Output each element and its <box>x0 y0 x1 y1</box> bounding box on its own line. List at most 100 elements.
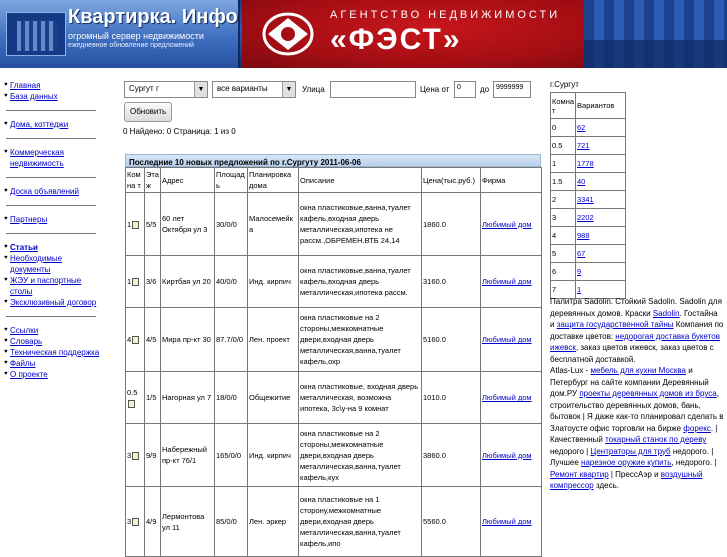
site-logo[interactable]: Квартирка. Инфо огромный сервер недвижим… <box>0 0 240 68</box>
address-value: Мира пр-кт 30 <box>160 307 215 372</box>
count-link[interactable]: 1778 <box>577 159 594 168</box>
rooms-value: 0.5 <box>549 136 577 155</box>
document-icon[interactable] <box>132 278 140 287</box>
count-link[interactable]: 62 <box>577 123 585 132</box>
table-row: 2 3341 <box>549 190 626 209</box>
price-value: 3860.0 <box>421 423 481 487</box>
col-rooms: Комна т <box>125 167 145 193</box>
divider <box>6 177 96 178</box>
firm-link[interactable]: Любимый дом <box>482 277 532 286</box>
nav-about[interactable]: О проекте <box>10 369 48 380</box>
document-icon[interactable] <box>132 518 140 527</box>
nav-exclusive-contract[interactable]: Эксклюзивный договор <box>10 297 96 308</box>
search-summary: 0 Найдено: 0 Страница: 1 из 0 <box>123 127 236 136</box>
refresh-button[interactable]: Обновить <box>124 102 173 122</box>
address-value: Нагорная ул 7 <box>160 371 215 424</box>
nav-board[interactable]: Доска объявлений <box>10 186 79 197</box>
nav-home[interactable]: Главная <box>10 80 40 91</box>
ad-link[interactable]: защита государственной тайны <box>557 320 674 329</box>
header-banner: Квартирка. Инфо огромный сервер недвижим… <box>0 0 727 68</box>
divider <box>6 138 96 139</box>
rooms-value: 5 <box>549 244 577 263</box>
address-value: Лермонтова ул 11 <box>160 486 215 557</box>
col-plan: Планировка дома <box>247 167 299 193</box>
firm-link[interactable]: Любимый дом <box>482 451 532 460</box>
col-firm: Фирма <box>480 167 542 193</box>
street-label: Улица <box>302 85 325 94</box>
firm-link[interactable]: Любимый дом <box>482 335 532 344</box>
table-row: 0 62 <box>549 118 626 137</box>
city-select[interactable]: Сургут г ▼ <box>124 81 208 98</box>
ad-link[interactable]: Sadolin <box>653 309 680 318</box>
listing-table: Последние 10 новых предложений по г.Сург… <box>125 154 542 557</box>
price-value: 5160.0 <box>421 307 481 372</box>
nav-articles[interactable]: Статьи <box>10 242 38 253</box>
ad-link[interactable]: форекс <box>683 424 711 433</box>
table-row: 0.5 721 <box>549 136 626 155</box>
ad-link[interactable]: мебель для кухни Москва <box>590 366 686 375</box>
firm-link[interactable]: Любимый дом <box>482 393 532 402</box>
plan-value: Инд. кирпич <box>247 255 299 308</box>
ad-link[interactable]: проекты деревянных домов из бруса <box>579 389 716 398</box>
nav-documents[interactable]: Необходимые документы <box>10 253 104 275</box>
rooms-summary-panel: г.Сургут Комна т Вариантов 0 62 0.5 721 11… <box>549 80 726 299</box>
nav-support[interactable]: Техническая поддержка <box>10 347 99 358</box>
floor-value: 4/9 <box>144 486 161 557</box>
agency-tagline: АГЕНТСТВО НЕДВИЖИМОСТИ <box>330 9 561 21</box>
count-link[interactable]: 988 <box>577 231 590 240</box>
count-link[interactable]: 40 <box>577 177 585 186</box>
street-input[interactable] <box>330 81 416 98</box>
area-value: 40/0/0 <box>214 255 248 308</box>
variant-select[interactable]: все варианты ▼ <box>212 81 296 98</box>
count-link[interactable]: 3341 <box>577 195 594 204</box>
rooms-value: 3 <box>549 208 577 227</box>
table-row: 1 1778 <box>549 154 626 173</box>
area-value: 85/0/0 <box>214 486 248 557</box>
nav-partners[interactable]: Партнеры <box>10 214 47 225</box>
rooms-value: 1.5 <box>549 172 577 191</box>
price-to-input[interactable]: 9999999 <box>493 81 531 98</box>
count-link[interactable]: 721 <box>577 141 590 150</box>
city-select-value: Сургут г <box>129 84 159 93</box>
ad-links-block: Палитра Sadolin. Стойкий Sadolin. Sadoli… <box>550 296 724 492</box>
listing-caption: Последние 10 новых предложений по г.Сург… <box>125 154 541 167</box>
area-value: 30/0/0 <box>214 192 248 256</box>
nav-housing-offices[interactable]: ЖЭУ и паспортные столы <box>10 275 104 297</box>
nav-commercial[interactable]: Коммерческая недвижимость <box>10 147 104 169</box>
description-value: окна пластиковые,ванна,туалет кафель,вхо… <box>298 192 422 256</box>
count-link[interactable]: 67 <box>577 249 585 258</box>
floor-value: 5/5 <box>144 192 161 256</box>
nav-files[interactable]: Файлы <box>10 358 35 369</box>
plan-value: Общежитие <box>247 371 299 424</box>
nav-links[interactable]: Ссылки <box>10 325 38 336</box>
building-logo-image <box>6 12 66 56</box>
ad-link[interactable]: нарезное оружие купить <box>581 458 671 467</box>
ad-text: недорого | <box>550 446 591 456</box>
divider <box>6 233 96 234</box>
table-row: 4 4/5 Мира пр-кт 30 87.7/0/0 Лен. проект… <box>125 307 542 372</box>
nav-dictionary[interactable]: Словарь <box>10 336 42 347</box>
count-link[interactable]: 2202 <box>577 213 594 222</box>
count-link[interactable]: 1 <box>577 285 581 294</box>
document-icon[interactable] <box>132 336 140 345</box>
description-value: окна пластиковые на 2 стороны,межкомнатн… <box>298 307 422 372</box>
price-from-input[interactable]: 0 <box>454 81 476 98</box>
nav-database[interactable]: База данных <box>10 91 58 102</box>
firm-link[interactable]: Любимый дом <box>482 220 532 229</box>
nav-houses[interactable]: Дома, коттеджи <box>10 119 68 130</box>
ad-link[interactable]: Ремонт квартир <box>550 470 609 479</box>
ad-link[interactable]: Центраторы для труб <box>590 447 670 456</box>
ad-link[interactable]: токарный станок по дереву <box>605 435 706 444</box>
document-icon[interactable] <box>132 451 140 460</box>
table-row: 4 988 <box>549 226 626 245</box>
table-row: 3 2202 <box>549 208 626 227</box>
agency-banner[interactable]: АГЕНТСТВО НЕДВИЖИМОСТИ «ФЭСТ» <box>242 0 584 68</box>
document-icon[interactable] <box>132 220 140 229</box>
firm-link[interactable]: Любимый дом <box>482 517 532 526</box>
table-row: 3 9/9 Набережный пр-кт 76/1 165/0/0 Инд.… <box>125 423 542 487</box>
divider <box>6 205 96 206</box>
agency-name: «ФЭСТ» <box>330 23 462 56</box>
table-row: 69 <box>549 262 626 281</box>
count-link[interactable]: 9 <box>577 267 581 276</box>
document-icon[interactable] <box>128 399 135 408</box>
